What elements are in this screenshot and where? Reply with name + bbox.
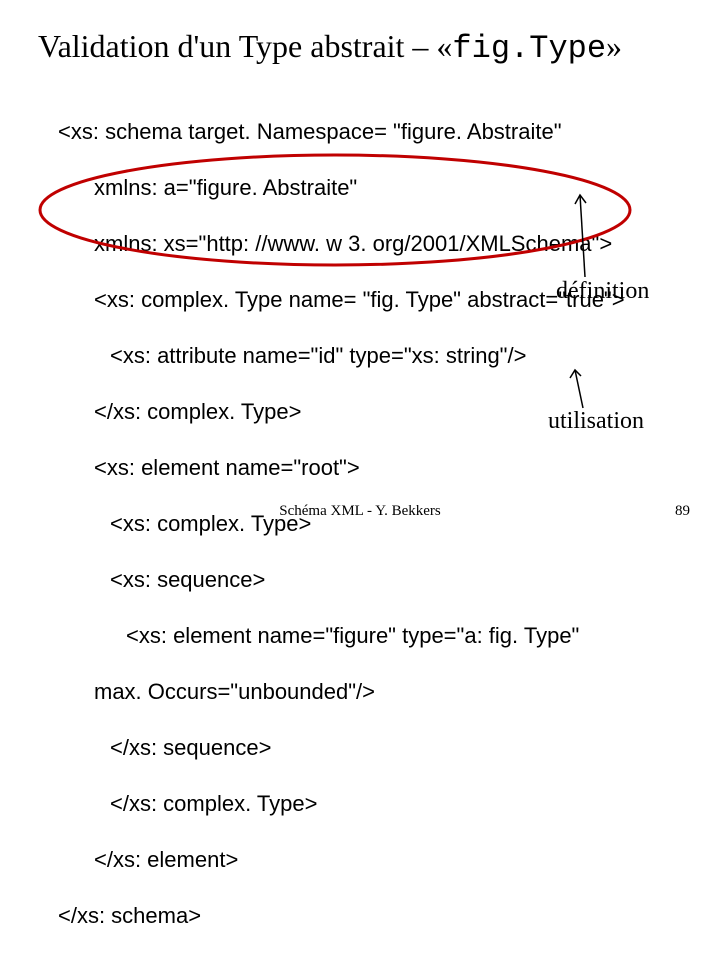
code-line: </xs: element> — [58, 846, 625, 874]
code-line: max. Occurs="unbounded"/> — [58, 678, 625, 706]
code-line: xmlns: xs="http: //www. w 3. org/2001/XM… — [58, 230, 625, 258]
code-line: <xs: schema target. Namespace= "figure. … — [58, 118, 625, 146]
code-line: </xs: complex. Type> — [58, 398, 625, 426]
page-number: 89 — [675, 503, 690, 520]
title-suffix: » — [606, 28, 622, 64]
footer-author: Schéma XML - Y. Bekkers — [279, 503, 441, 520]
code-line: </xs: sequence> — [58, 734, 625, 762]
code-line: <xs: element name="root"> — [58, 454, 625, 482]
slide-title: Validation d'un Type abstrait – «fig.Typ… — [38, 28, 622, 67]
code-line: xmlns: a="figure. Abstraite" — [58, 174, 625, 202]
annotation-utilisation: utilisation — [548, 408, 644, 435]
code-line: <xs: complex. Type name= "fig. Type" abs… — [58, 286, 625, 314]
code-line: <xs: element name="figure" type="a: fig.… — [58, 622, 625, 650]
code-line: </xs: schema> — [58, 902, 625, 930]
title-prefix: Validation d'un Type abstrait – « — [38, 28, 452, 64]
annotation-definition: définition — [556, 278, 649, 305]
code-line: </xs: complex. Type> — [58, 790, 625, 818]
title-mono: fig.Type — [452, 30, 606, 67]
code-line: <xs: attribute name="id" type="xs: strin… — [58, 342, 625, 370]
code-line: <xs: sequence> — [58, 566, 625, 594]
code-block: <xs: schema target. Namespace= "figure. … — [58, 90, 625, 958]
